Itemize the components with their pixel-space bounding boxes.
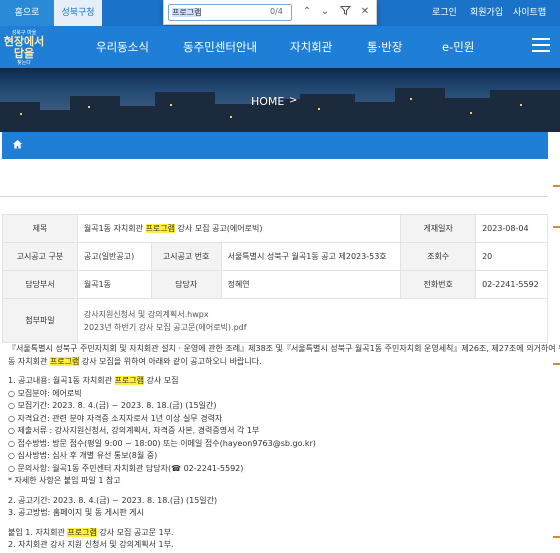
nav-item-community-hall[interactable]: 자치회관 (290, 26, 332, 68)
find-match-marker (553, 226, 560, 228)
contact-person-value: 정혜연 (220, 270, 402, 299)
home-icon[interactable] (12, 139, 24, 151)
close-icon[interactable]: ✕ (358, 5, 372, 19)
section-heading: 1. 공고내용: 월곡1동 자치회관 프로그램 강사 모집 (8, 376, 179, 385)
section-heading: 2. 공고기간: 2023. 8. 4.(금) ~ 2023. 8. 18.(금… (8, 495, 218, 505)
intro-text: 『서울특별시 성북구 주민자치회 및 자치회관 설치 · 운영에 관한 조례』제… (8, 344, 560, 353)
home-tab[interactable]: 홈으로 (0, 0, 54, 26)
views-value: 20 (475, 242, 548, 271)
notice-number-label: 고시공고 번호 (150, 242, 222, 271)
attachment-list: 강사지원신청서 및 강의계획서.hwpx 2023년 하반기 강사 모집 공고문… (76, 298, 549, 343)
find-query: 프로그램 (172, 8, 202, 17)
find-match-marker (553, 363, 560, 365)
login-link[interactable]: 로그인 (432, 0, 457, 26)
list-item: ○ 모집분야: 에어로빅 (8, 388, 82, 398)
department-label: 담당부서 (2, 270, 78, 299)
sitemap-link[interactable]: 사이트맵 (513, 0, 546, 26)
find-match-count: 0/4 (270, 7, 283, 16)
list-item: ○ 제출서류 : 강사지원신청서, 강의계획서, 자격증 사본, 경력증명서 각… (8, 426, 260, 435)
list-item: ○ 접수방법: 방문 접수(평일 9:00 ~ 18:00) 또는 이메일 접수… (8, 438, 316, 448)
phone-value: 02-2241-5592 (475, 270, 548, 299)
list-item: ○ 모집기간: 2023. 8. 4.(금) ~ 2023. 8. 18.(금)… (8, 401, 217, 410)
phone-label: 전화번호 (400, 270, 477, 299)
attachment-link[interactable]: 2023년 하반기 강사 모집 공고문(에어로빅).pdf (84, 321, 541, 334)
chevron-up-icon[interactable]: ⌃ (300, 5, 314, 19)
chevron-right-icon: > (289, 95, 298, 106)
attachment-link[interactable]: 강사지원신청서 및 강의계획서.hwpx (84, 308, 541, 321)
site-logo[interactable]: 성북구 마을 현장에서 답을 찾는다 (2, 30, 46, 72)
attachment-note: 2. 자치회관 강사 지원 신청서 및 강의계획서 1부. (8, 540, 174, 549)
title-label: 제목 (2, 214, 78, 243)
find-match-marker (553, 536, 560, 538)
department-value: 월곡1동 (76, 270, 152, 299)
post-title: 월곡1동 자치회관 프로그램 강사 모집 공고(에어로빅) (76, 214, 402, 243)
hamburger-menu-icon[interactable] (532, 38, 550, 54)
date-label: 게재일자 (400, 214, 477, 243)
contact-person-label: 담당자 (150, 270, 222, 299)
filter-icon[interactable] (338, 5, 352, 19)
find-in-page-bar: 프로그램 0/4 ⌃ ⌄ ✕ (163, 0, 377, 25)
district-office-tab[interactable]: 성북구청 (54, 0, 102, 26)
nav-item-news[interactable]: 우리동소식 (96, 26, 149, 68)
nav-item-e-civil[interactable]: e-민원 (442, 26, 474, 68)
chevron-down-icon[interactable]: ⌄ (318, 5, 332, 19)
page-title: HOME (251, 95, 285, 108)
nav-item-center-info[interactable]: 동주민센터안내 (183, 26, 257, 68)
post-date: 2023-08-04 (475, 214, 548, 243)
breadcrumb-bar (2, 132, 548, 159)
divider (0, 196, 548, 197)
logo-text: 찾는다 (17, 60, 31, 66)
list-item: ○ 심사방법: 심사 후 개별 유선 통보(8월 중) (8, 451, 158, 460)
signup-link[interactable]: 회원가입 (470, 0, 503, 26)
intro-text: 동 자치회관 프로그램 강사 모집을 위하여 아래와 같이 공고하오니 바랍니다… (8, 356, 262, 366)
notice-number-value: 서울특별시 성북구 월곡1동 공고 제2023-53호 (220, 242, 402, 271)
list-item: ○ 자격요건: 관련 분야 자격증 소지자로서 1년 이상 실무 경력자 (8, 413, 223, 423)
nav-item-ward-leaders[interactable]: 통·반장 (367, 26, 402, 68)
section-heading: 3. 공고방법: 홈페이지 및 동 게시판 게시 (8, 508, 144, 517)
attachment-note: 붙임 1. 자치회관 프로그램 강사 모집 공고문 1부. (8, 527, 174, 537)
views-label: 조회수 (400, 242, 477, 271)
attachment-label: 첨부파일 (2, 298, 78, 343)
main-navigation (0, 26, 560, 68)
post-info-table: 제목 월곡1동 자치회관 프로그램 강사 모집 공고(에어로빅) 게재일자 20… (2, 214, 549, 343)
logo-text: 답을 (13, 47, 35, 60)
notice-type-value: 공고(일반공고) (76, 242, 152, 271)
notice-type-label: 고시공고 구분 (2, 242, 78, 271)
find-match-marker (553, 185, 560, 187)
note-text: * 자세한 사항은 붙임 파일 1 참고 (8, 476, 121, 485)
list-item: ○ 문의사항: 월곡1동 주민센터 자치회관 담당자(☎ 02-2241-559… (8, 463, 244, 473)
post-body: 『서울특별시 성북구 주민자치회 및 자치회관 설치 · 운영에 관한 조례』제… (8, 343, 560, 552)
